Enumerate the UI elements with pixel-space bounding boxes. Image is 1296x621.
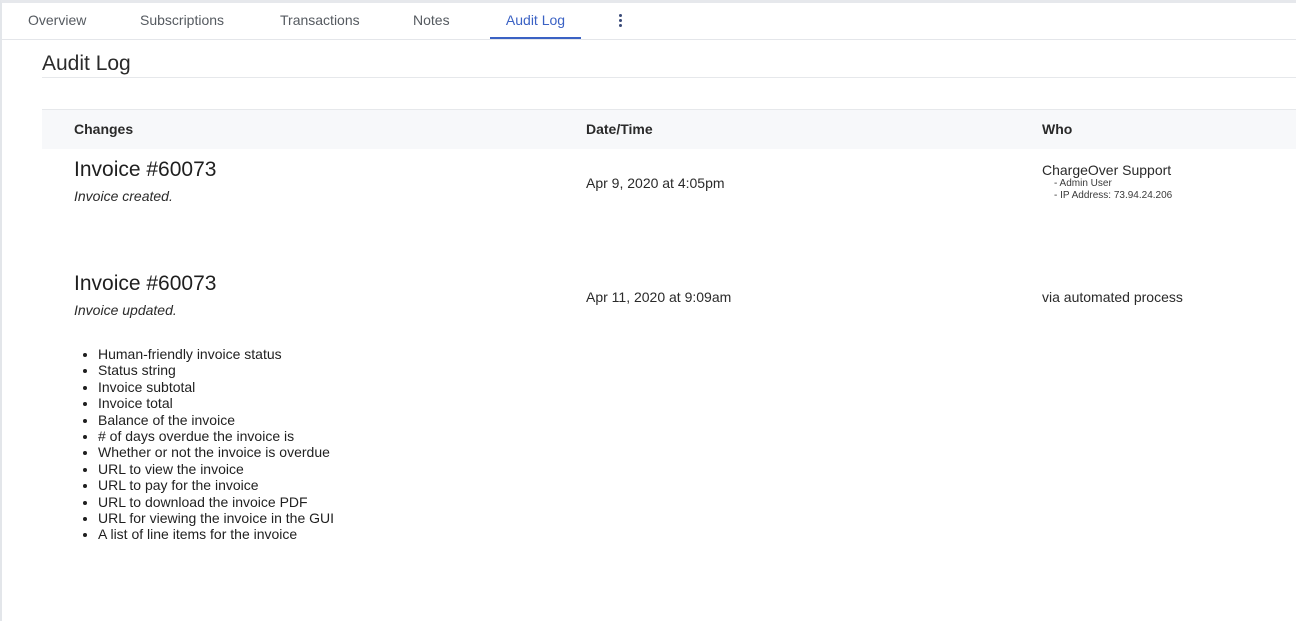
- tab-overview[interactable]: Overview: [28, 3, 86, 39]
- page-title: Audit Log: [42, 52, 131, 75]
- entry-title: Invoice #60073: [74, 272, 217, 295]
- list-item: Status string: [98, 362, 334, 378]
- title-divider: [42, 77, 1296, 78]
- entry-description: Invoice updated.: [74, 302, 177, 318]
- list-item: URL to pay for the invoice: [98, 477, 334, 493]
- who-ip-address: - IP Address: 73.94.24.206: [1054, 190, 1173, 201]
- list-item: Invoice total: [98, 395, 334, 411]
- list-item: URL to download the invoice PDF: [98, 494, 334, 510]
- list-item: # of days overdue the invoice is: [98, 428, 334, 444]
- list-item: Invoice subtotal: [98, 379, 334, 395]
- who-name: ChargeOver Support: [1042, 162, 1172, 178]
- list-item: URL for viewing the invoice in the GUI: [98, 510, 334, 526]
- tab-audit-log[interactable]: Audit Log: [490, 3, 581, 39]
- entry-datetime: Apr 9, 2020 at 4:05pm: [586, 175, 725, 191]
- tab-transactions[interactable]: Transactions: [280, 3, 360, 39]
- audit-table-header: Changes Date/Time Who: [42, 109, 1296, 149]
- list-item: URL to view the invoice: [98, 461, 334, 477]
- entry-who: via automated process: [1042, 289, 1183, 305]
- column-header-who: Who: [1042, 121, 1073, 137]
- entry-title: Invoice #60073: [74, 158, 217, 181]
- table-row: Invoice #60073 Invoice created. Apr 9, 2…: [42, 158, 1296, 258]
- list-item: Balance of the invoice: [98, 412, 334, 428]
- entry-who: ChargeOver Support - Admin User - IP Add…: [1042, 162, 1172, 202]
- tab-bar: Overview Subscriptions Transactions Note…: [2, 3, 1296, 40]
- table-row: Invoice #60073 Invoice updated. Apr 11, …: [42, 272, 1296, 572]
- tab-notes[interactable]: Notes: [413, 3, 450, 39]
- tab-subscriptions[interactable]: Subscriptions: [140, 3, 224, 39]
- more-tabs-icon[interactable]: [617, 12, 625, 30]
- list-item: Human-friendly invoice status: [98, 346, 334, 362]
- entry-datetime: Apr 11, 2020 at 9:09am: [586, 289, 732, 305]
- list-item: Whether or not the invoice is overdue: [98, 444, 334, 460]
- app-frame: Overview Subscriptions Transactions Note…: [0, 0, 1296, 621]
- changed-fields-list: Human-friendly invoice status Status str…: [98, 346, 334, 543]
- who-role: - Admin User: [1054, 178, 1112, 189]
- column-header-datetime: Date/Time: [586, 121, 653, 137]
- entry-description: Invoice created.: [74, 188, 173, 204]
- list-item: A list of line items for the invoice: [98, 526, 334, 542]
- column-header-changes: Changes: [74, 121, 134, 137]
